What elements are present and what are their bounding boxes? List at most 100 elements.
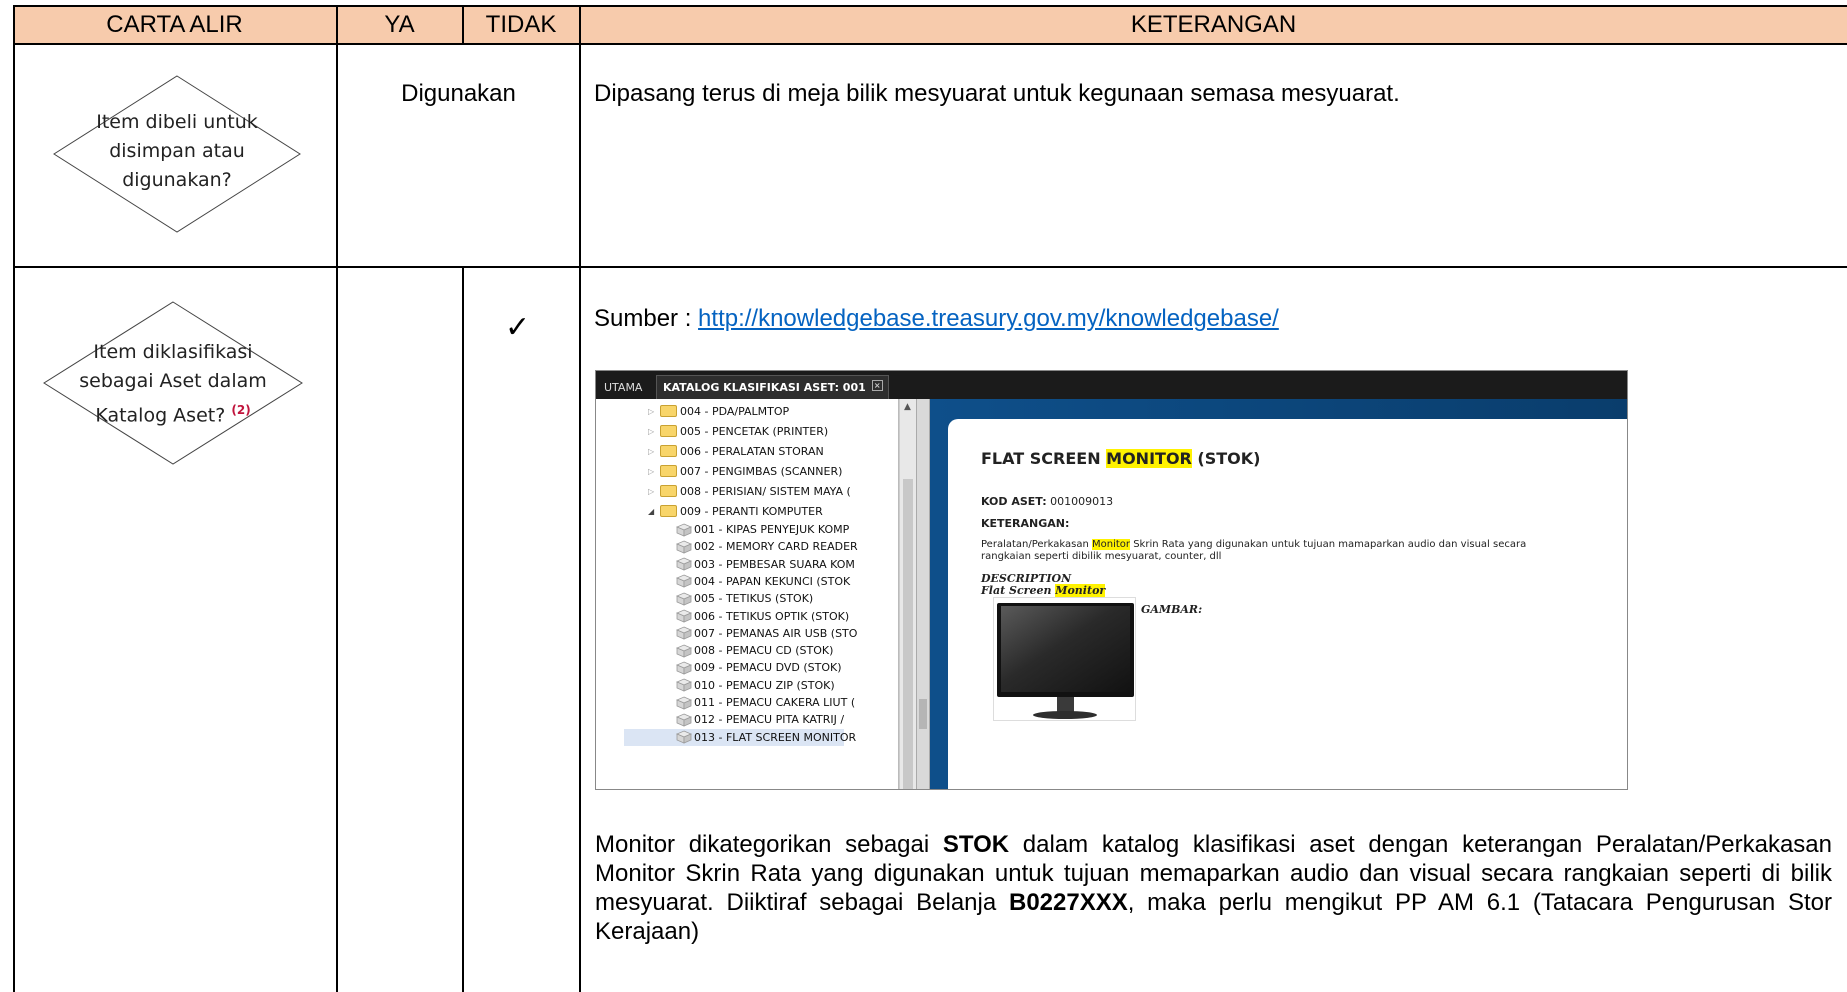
catalog-tree: ▷ 004 - PDA/PALMTOP ▷ 005 - PENCETAK (PRIN…: [596, 399, 899, 789]
flowchart-decision-diamond-1: Item dibeli untuk disimpan atau digunaka…: [52, 74, 302, 234]
row1-keterangan: Dipasang terus di meja bilik mesyuarat u…: [594, 80, 1400, 107]
tree-item-label: 009 - PEMACU DVD (STOK): [694, 661, 842, 675]
para-text-1: Monitor dikategorikan sebagai: [595, 831, 943, 858]
item-cube-icon: [675, 644, 693, 658]
diamond-2-line-2: sebagai Aset dalam: [79, 370, 267, 392]
detail-title-highlight: MONITOR: [1106, 449, 1192, 468]
item-cube-icon: [675, 661, 693, 675]
tree-folder[interactable]: ▷ 008 - PERISIAN/ SISTEM MAYA (: [648, 481, 851, 501]
tree-folder-label: 005 - PENCETAK (PRINTER): [680, 424, 829, 438]
tree-item-label: 001 - KIPAS PENYEJUK KOMP: [694, 523, 850, 536]
monitor-image: [993, 597, 1136, 721]
tab-katalog-label: KATALOG KLASIFIKASI ASET: 001: [663, 381, 866, 394]
folder-icon: [660, 485, 677, 497]
monitor-icon: [997, 603, 1134, 719]
diamond-1-line-3: digunakan?: [122, 169, 232, 191]
para-bold-code: B0227XXX: [1008, 889, 1128, 916]
tree-item-label: 004 - PAPAN KEKUNCI (STOK: [694, 574, 851, 588]
source-link[interactable]: http://knowledgebase.treasury.gov.my/kno…: [698, 305, 1279, 332]
keterangan-label: KETERANGAN:: [981, 517, 1070, 530]
tree-item[interactable]: 010 - PEMACU ZIP (STOK): [675, 677, 835, 694]
item-cube-icon: [675, 696, 693, 710]
tree-folder[interactable]: ▷ 007 - PENGIMBAS (SCANNER): [648, 461, 842, 481]
border-header-bottom: [13, 43, 1847, 45]
item-cube-icon: [675, 574, 693, 588]
header-ya: YA: [384, 10, 415, 38]
tree-folder-label: 004 - PDA/PALMTOP: [680, 404, 790, 418]
row2-explanation: Monitor dikategorikan sebagai STOK dalam…: [595, 830, 1832, 946]
folder-icon: [660, 425, 677, 437]
desc-line-2: rangkaian seperti dibilik mesyuarat, cou…: [981, 551, 1222, 562]
tree-item[interactable]: 012 - PEMACU PITA KATRIJ /: [675, 711, 845, 728]
description-highlight: Monitor: [1055, 584, 1106, 597]
tree-item-label: 008 - PEMACU CD (STOK): [694, 644, 834, 658]
header-keterangan: KETERANGAN: [1130, 10, 1297, 38]
folder-icon: [660, 465, 677, 477]
tree-folder[interactable]: ▷ 006 - PERALATAN STORAN: [648, 441, 824, 461]
description-block: DESCRIPTION Flat Screen Monitor: [981, 573, 1106, 597]
tree-item[interactable]: 013 - FLAT SCREEN MONITOR: [624, 728, 856, 746]
expand-arrow-icon[interactable]: ▷: [648, 427, 660, 436]
tree-item-label: 010 - PEMACU ZIP (STOK): [694, 678, 835, 692]
flowchart-decision-diamond-2: Item diklasifikasi sebagai Aset dalam Ka…: [42, 300, 304, 466]
detail-title-pre: FLAT SCREEN: [981, 449, 1107, 468]
gambar-label: GAMBAR:: [1141, 603, 1203, 616]
tree-item-label: 012 - PEMACU PITA KATRIJ /: [694, 713, 845, 727]
header-tidak: TIDAK: [485, 10, 557, 38]
border-col3: [579, 5, 581, 992]
tree-item[interactable]: 006 - TETIKUS OPTIK (STOK): [675, 608, 849, 625]
desc-highlight: Monitor: [1092, 539, 1131, 550]
item-cube-icon: [675, 592, 693, 606]
tree-item[interactable]: 009 - PEMACU DVD (STOK): [675, 659, 842, 676]
scroll-thumb[interactable]: [903, 479, 913, 789]
tree-item-label: 007 - PEMANAS AIR USB (STO: [694, 626, 858, 640]
border-top: [13, 5, 1847, 7]
folder-icon: [660, 445, 677, 457]
catalog-screenshot: UTAMA KATALOG KLASIFIKASI ASET: 001 × ▷ 0…: [595, 370, 1628, 790]
tree-item[interactable]: 005 - TETIKUS (STOK): [675, 590, 813, 607]
tree-folder[interactable]: ▷ 005 - PENCETAK (PRINTER): [648, 421, 828, 441]
tree-item-label: 002 - MEMORY CARD READER: [694, 540, 858, 554]
expand-arrow-icon[interactable]: ▷: [648, 407, 660, 416]
splitter[interactable]: [916, 399, 930, 789]
close-icon[interactable]: ×: [871, 380, 883, 391]
border-left: [13, 5, 15, 992]
detail-title: FLAT SCREEN MONITOR (STOK): [981, 449, 1261, 468]
tree-item[interactable]: 001 - KIPAS PENYEJUK KOMP: [675, 521, 850, 538]
diamond-2-line-1: Item diklasifikasi: [93, 341, 253, 363]
header-carta-alir: CARTA ALIR: [106, 10, 243, 38]
tree-item[interactable]: 011 - PEMACU CAKERA LIUT (: [675, 694, 856, 711]
splitter-grip[interactable]: [919, 699, 927, 729]
tab-katalog[interactable]: KATALOG KLASIFIKASI ASET: 001 ×: [656, 375, 889, 399]
expand-arrow-icon[interactable]: ▷: [648, 447, 660, 456]
tree-folder-open[interactable]: ◢ 009 - PERANTI KOMPUTER: [648, 501, 823, 521]
tree-item-label: 011 - PEMACU CAKERA LIUT (: [694, 696, 856, 709]
diamond-2-line-3: Katalog Aset?: [95, 404, 226, 427]
para-bold-stok: STOK: [942, 831, 1010, 858]
desc-pre: Peralatan/Perkakasan: [981, 539, 1093, 550]
kod-aset-label: KOD ASET:: [981, 495, 1047, 508]
border-col2-row2: [462, 266, 464, 992]
expand-arrow-icon[interactable]: ▷: [648, 467, 660, 476]
footnote-marker: (2): [231, 403, 251, 417]
tree-item[interactable]: 002 - MEMORY CARD READER: [675, 538, 858, 555]
item-cube-icon: [675, 557, 693, 571]
border-row1-bottom: [13, 266, 1847, 268]
tree-folder[interactable]: ▷ 004 - PDA/PALMTOP: [648, 401, 789, 421]
scroll-up-icon[interactable]: ▲: [904, 402, 911, 412]
tree-item[interactable]: 003 - PEMBESAR SUARA KOM: [675, 556, 855, 573]
source-label: Sumber :: [594, 305, 699, 332]
tree-scrollbar[interactable]: ▲: [899, 399, 916, 789]
detail-title-post: (STOK): [1191, 449, 1261, 468]
tree-item[interactable]: 007 - PEMANAS AIR USB (STO: [675, 625, 858, 642]
tree-item[interactable]: 004 - PAPAN KEKUNCI (STOK: [675, 573, 851, 590]
item-cube-icon: [675, 730, 693, 744]
tree-item[interactable]: 008 - PEMACU CD (STOK): [675, 642, 834, 659]
diamond-1-line-2: disimpan atau: [109, 140, 245, 162]
desc-post: Skrin Rata yang digunakan untuk tujuan m…: [1130, 539, 1527, 550]
row1-answer: Digunakan: [401, 80, 516, 107]
description-pre: Flat Screen: [981, 584, 1056, 597]
collapse-arrow-icon[interactable]: ◢: [648, 507, 660, 516]
expand-arrow-icon[interactable]: ▷: [648, 487, 660, 496]
tab-utama[interactable]: UTAMA: [598, 375, 648, 399]
